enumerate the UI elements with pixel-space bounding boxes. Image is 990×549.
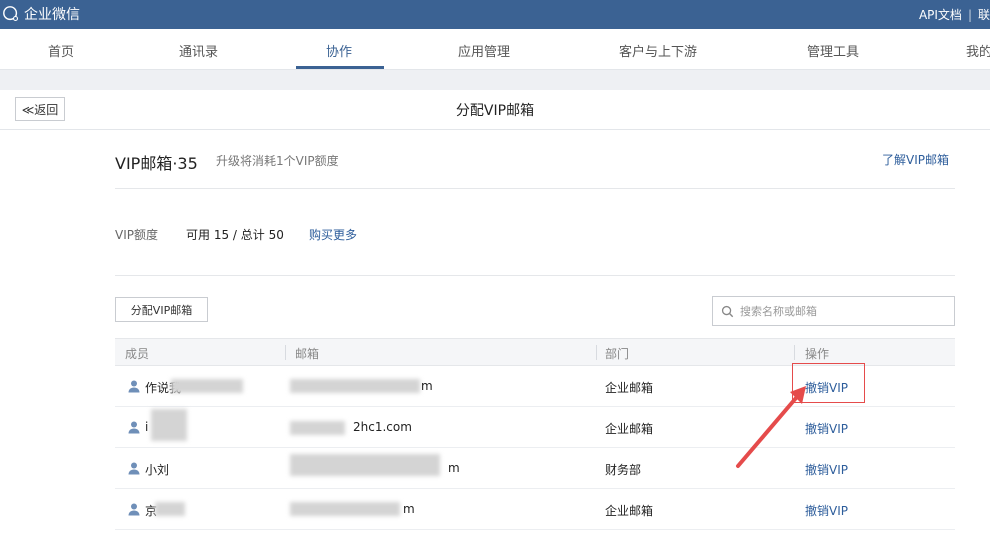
assign-vip-button[interactable]: 分配VIP邮箱 xyxy=(115,297,208,322)
column-department: 部门 xyxy=(605,347,630,361)
search-box[interactable] xyxy=(712,296,955,326)
nav-mine[interactable]: 我的 xyxy=(966,41,990,60)
redaction xyxy=(290,502,400,516)
top-bar: 企业微信 API文档 | 联 xyxy=(0,0,990,29)
nav-contacts[interactable]: 通讯录 xyxy=(179,41,218,60)
column-member: 成员 xyxy=(125,347,150,361)
quota-value: 可用 15 / 总计 50 xyxy=(186,228,284,242)
column-separator xyxy=(596,345,597,360)
member-department: 企业邮箱 xyxy=(605,504,654,518)
table-row: i 2hc1.com 企业邮箱 撤销VIP xyxy=(115,407,955,448)
column-action: 操作 xyxy=(805,347,830,361)
buy-more-link[interactable]: 购买更多 xyxy=(309,226,357,243)
member-name: i xyxy=(145,420,149,434)
page-header: ≪返回 分配VIP邮箱 xyxy=(0,90,990,130)
redaction xyxy=(171,379,243,393)
revoke-vip-button[interactable]: 撤销VIP xyxy=(805,420,848,437)
spacer-bar xyxy=(0,70,990,90)
top-links-separator: | xyxy=(967,7,972,22)
user-icon xyxy=(128,421,140,434)
redaction xyxy=(290,421,345,435)
redaction xyxy=(290,454,440,476)
member-department: 企业邮箱 xyxy=(605,422,654,436)
nav-customers[interactable]: 客户与上下游 xyxy=(619,41,697,60)
nav-collaboration[interactable]: 协作 xyxy=(326,41,352,60)
learn-vip-link[interactable]: 了解VIP邮箱 xyxy=(882,151,949,168)
top-links: API文档 | 联 xyxy=(919,6,990,23)
app-title: 企业微信 xyxy=(24,7,80,23)
nav-home[interactable]: 首页 xyxy=(48,41,74,60)
member-department: 财务部 xyxy=(605,463,642,477)
member-email: m xyxy=(421,379,433,393)
redaction xyxy=(290,379,420,393)
search-input[interactable] xyxy=(740,304,940,318)
table-row: 京 m 企业邮箱 撤销VIP xyxy=(115,489,955,530)
member-department: 企业邮箱 xyxy=(605,381,654,395)
contact-link[interactable]: 联 xyxy=(978,6,990,23)
column-separator xyxy=(285,345,286,360)
table-header: 成员 邮箱 部门 操作 xyxy=(115,338,955,366)
api-docs-link[interactable]: API文档 xyxy=(919,6,962,23)
member-email: m xyxy=(403,502,415,516)
column-separator xyxy=(794,345,795,360)
page-title: 分配VIP邮箱 xyxy=(455,103,535,119)
upgrade-hint: 升级将消耗1个VIP额度 xyxy=(216,154,339,168)
app-logo[interactable]: 企业微信 xyxy=(2,4,80,24)
nav-active-indicator xyxy=(296,66,384,69)
redaction xyxy=(151,409,187,441)
search-icon xyxy=(721,305,734,317)
user-icon xyxy=(128,503,140,516)
redaction xyxy=(155,502,185,516)
member-email: m xyxy=(448,461,460,475)
nav-app-management[interactable]: 应用管理 xyxy=(458,41,510,60)
user-icon xyxy=(128,380,140,393)
nav-management-tools[interactable]: 管理工具 xyxy=(807,41,859,60)
wework-logo-icon xyxy=(3,6,19,22)
user-icon xyxy=(128,462,140,475)
quota-label: VIP额度 xyxy=(115,228,158,242)
divider xyxy=(115,188,955,189)
revoke-vip-button[interactable]: 撤销VIP xyxy=(805,461,848,478)
main-nav: 首页 通讯录 协作 应用管理 客户与上下游 管理工具 我的 xyxy=(0,29,990,70)
vip-mailbox-count: VIP邮箱·35 xyxy=(115,154,198,173)
revoke-vip-button[interactable]: 撤销VIP xyxy=(805,502,848,519)
divider xyxy=(115,275,955,276)
member-email: 2hc1.com xyxy=(353,420,412,434)
annotation-arrow-icon xyxy=(736,386,806,468)
member-name: 小刘 xyxy=(145,463,170,477)
table-row: 小刘 m 财务部 撤销VIP xyxy=(115,448,955,489)
column-email: 邮箱 xyxy=(295,347,320,361)
